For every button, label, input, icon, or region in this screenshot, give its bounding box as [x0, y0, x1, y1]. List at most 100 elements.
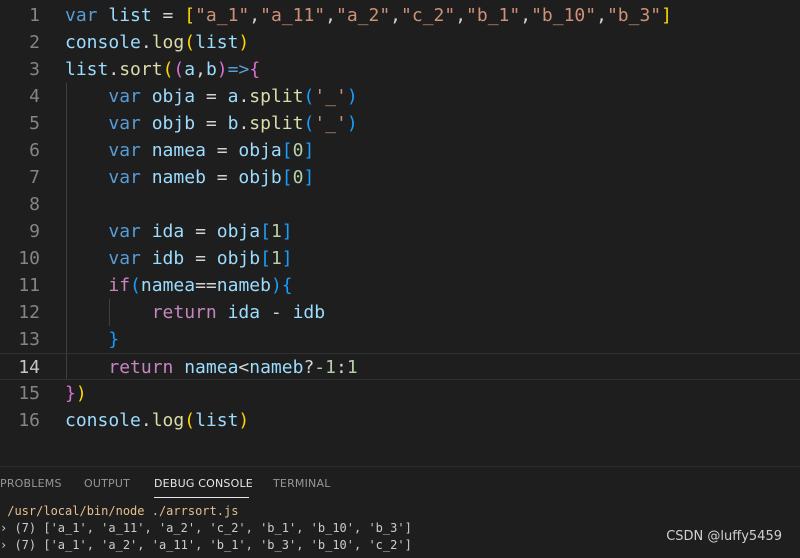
- line-number: 14: [18, 357, 40, 378]
- code-token: {: [281, 275, 293, 296]
- code-token: :: [335, 357, 347, 378]
- line-number: 9: [29, 221, 40, 242]
- code-token: =: [151, 5, 185, 26]
- code-token: obja: [151, 86, 196, 107]
- code-token: ida: [151, 221, 185, 242]
- code-token: (: [162, 59, 174, 80]
- code-token: ?: [303, 357, 315, 378]
- code-token: =: [184, 221, 217, 242]
- code-token: return: [108, 357, 185, 378]
- code-token: var: [108, 167, 152, 188]
- code-token: -: [260, 302, 293, 323]
- bottom-panel: PROBLEMS OUTPUT DEBUG CONSOLE TERMINAL /…: [0, 466, 800, 558]
- code-line[interactable]: 10 var idb = objb[1]: [0, 245, 800, 272]
- code-token: .: [140, 32, 152, 53]
- code-token: var: [108, 86, 152, 107]
- code-text: console.log(list): [65, 407, 249, 434]
- code-text: var obja = a.split('_'): [65, 83, 357, 110]
- code-token: "a_1": [195, 5, 250, 26]
- line-number: 5: [29, 113, 40, 134]
- code-token: 0: [292, 167, 304, 188]
- code-line[interactable]: 1 var list = ["a_1","a_11","a_2","c_2","b…: [0, 2, 800, 29]
- code-token: .: [238, 86, 250, 107]
- code-token: ): [216, 59, 228, 80]
- code-token: return: [151, 302, 228, 323]
- code-token: list: [195, 32, 239, 53]
- code-token: (: [173, 59, 185, 80]
- code-token: objb: [238, 167, 282, 188]
- code-token: "b_1": [466, 5, 521, 26]
- code-token: a: [184, 59, 196, 80]
- code-token: [: [260, 248, 271, 269]
- code-token: sort: [119, 59, 163, 80]
- code-token: b: [205, 59, 217, 80]
- code-token: log: [151, 32, 185, 53]
- code-line[interactable]: 7 var nameb = objb[0]: [0, 164, 800, 191]
- code-text: var namea = obja[0]: [65, 137, 314, 164]
- code-token: var: [108, 140, 152, 161]
- code-token: var: [108, 221, 152, 242]
- code-token: obja: [238, 140, 282, 161]
- code-line[interactable]: 2 console.log(list): [0, 29, 800, 56]
- tab-output[interactable]: OUTPUT: [84, 477, 130, 490]
- code-token: ]: [303, 167, 315, 188]
- code-token: list: [108, 5, 152, 26]
- code-token: objb: [151, 113, 196, 134]
- watermark: CSDN @luffy5459: [666, 529, 782, 544]
- code-token: "b_3": [606, 5, 662, 26]
- code-token: 0: [292, 140, 304, 161]
- code-token: console: [65, 32, 141, 53]
- code-token: ]: [303, 140, 315, 161]
- code-token: ): [346, 113, 358, 134]
- console-line: › (7) ['a_1', 'a_2', 'a_11', 'b_1', 'b_3…: [0, 538, 412, 552]
- tab-terminal[interactable]: TERMINAL: [273, 477, 331, 490]
- code-token: "c_2": [401, 5, 456, 26]
- console-line: › (7) ['a_1', 'a_11', 'a_2', 'c_2', 'b_1…: [0, 521, 412, 535]
- code-token: =>: [227, 59, 250, 80]
- code-line[interactable]: 3 list.sort((a,b)=>{: [0, 56, 800, 83]
- line-number: 1: [29, 5, 40, 26]
- code-token: "a_2": [335, 5, 391, 26]
- line-number: 6: [29, 140, 40, 161]
- code-line[interactable]: 9 var ida = obja[1]: [0, 218, 800, 245]
- code-line[interactable]: 15}): [0, 380, 800, 407]
- line-number: 15: [18, 383, 40, 404]
- code-line[interactable]: 11 if(namea==nameb){: [0, 272, 800, 299]
- code-token: nameb: [151, 167, 206, 188]
- code-line[interactable]: 12 return ida - idb: [0, 299, 800, 326]
- code-line[interactable]: 8: [0, 191, 800, 218]
- code-text: console.log(list): [65, 29, 249, 56]
- code-line[interactable]: 5 var objb = b.split('_'): [0, 110, 800, 137]
- code-token: .: [108, 59, 120, 80]
- code-token: ,: [596, 5, 607, 26]
- code-token: nameb: [249, 357, 304, 378]
- code-token: ,: [249, 5, 261, 26]
- code-token: idb: [292, 302, 326, 323]
- line-number: 16: [18, 410, 40, 431]
- code-token: namea: [184, 357, 239, 378]
- code-token: "b_10": [531, 5, 597, 26]
- code-token: ]: [281, 221, 293, 242]
- line-number: 2: [29, 32, 40, 53]
- code-editor[interactable]: 1 var list = ["a_1","a_11","a_2","c_2","b…: [0, 0, 800, 466]
- code-token: ): [270, 275, 282, 296]
- code-token: obja: [216, 221, 261, 242]
- code-token: namea: [151, 140, 206, 161]
- code-token: split: [249, 86, 304, 107]
- code-token: ,: [455, 5, 467, 26]
- code-line[interactable]: 4 var obja = a.split('_'): [0, 83, 800, 110]
- code-line[interactable]: 13 }: [0, 326, 800, 353]
- tab-problems[interactable]: PROBLEMS: [0, 477, 62, 490]
- code-line[interactable]: 16 console.log(list): [0, 407, 800, 434]
- code-line[interactable]: 6 var namea = obja[0]: [0, 137, 800, 164]
- tab-debug-console[interactable]: DEBUG CONSOLE: [154, 477, 253, 490]
- line-number: 4: [29, 86, 40, 107]
- code-token: =: [205, 167, 239, 188]
- line-number: 12: [18, 302, 40, 323]
- line-number: 13: [18, 329, 40, 350]
- code-line[interactable]: 14 return namea<nameb?-1:1: [0, 353, 800, 380]
